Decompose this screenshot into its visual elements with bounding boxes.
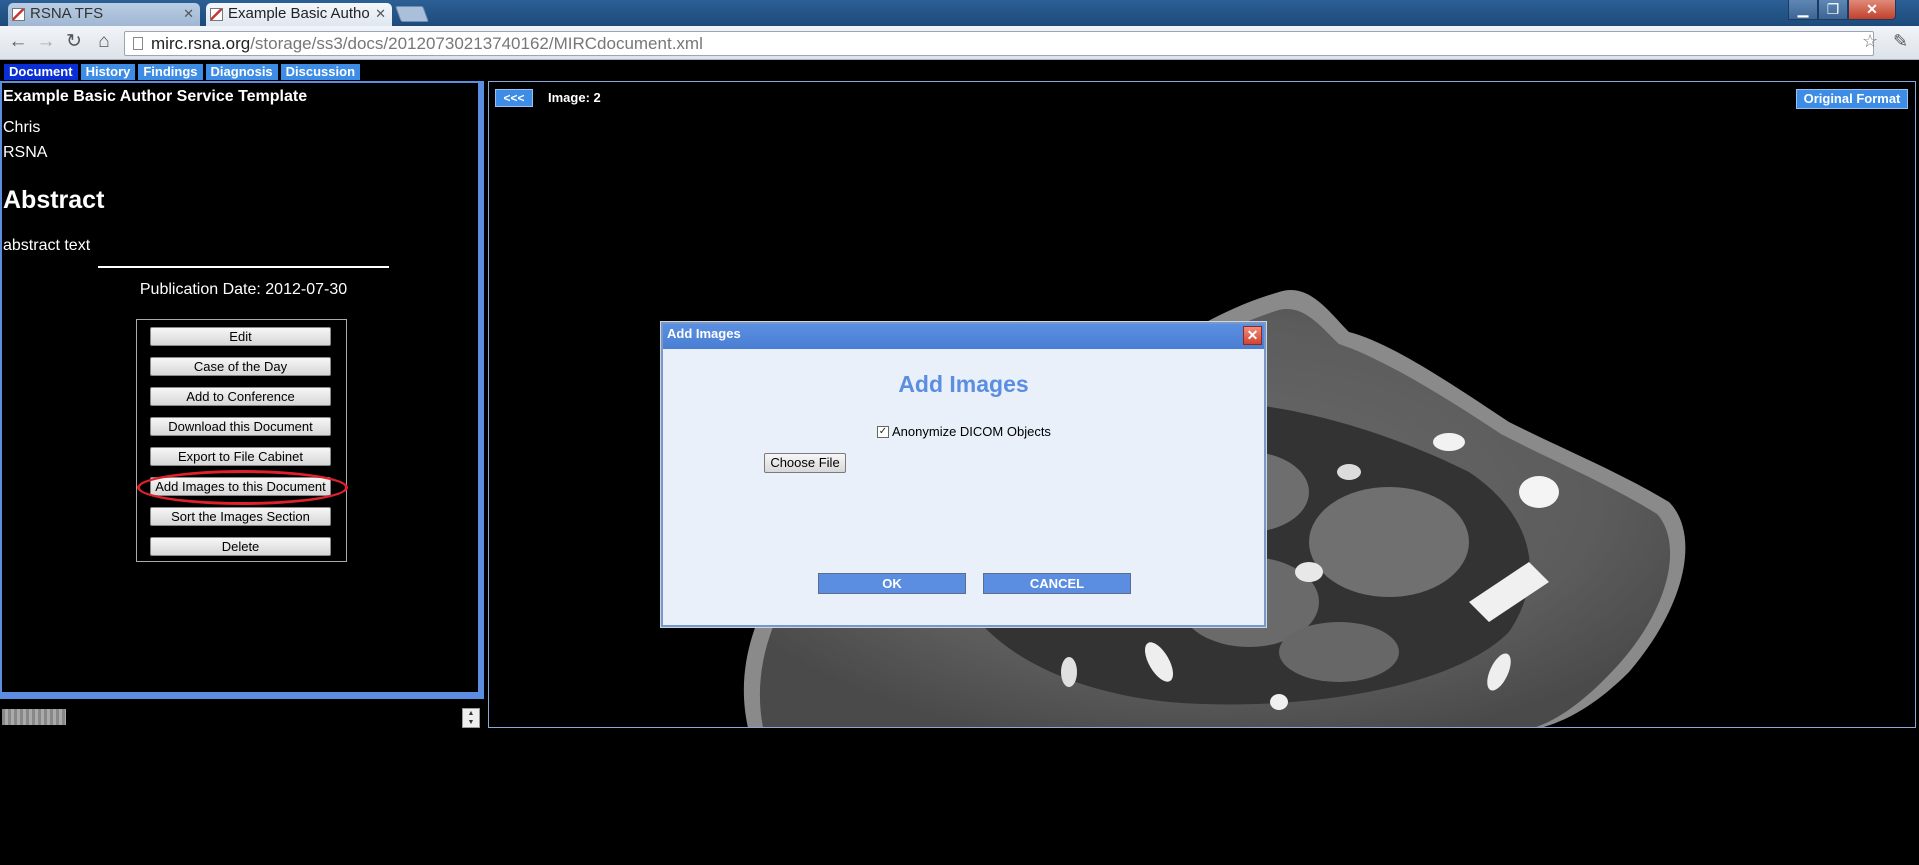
home-icon[interactable]: ⌂	[92, 31, 116, 55]
no-file-chosen-label: No file chosen	[855, 455, 938, 470]
dialog-close-icon[interactable]: ✕	[1243, 326, 1262, 345]
browser-tab-rsna-tfs[interactable]: RSNA TFS ✕	[8, 3, 200, 27]
reload-icon[interactable]: ↻	[62, 31, 86, 55]
new-tab-button[interactable]	[395, 6, 429, 22]
bookmark-star-icon[interactable]: ☆	[1862, 31, 1878, 52]
anonymize-option: ✓ Anonymize DICOM Objects	[877, 424, 1051, 439]
minimize-button[interactable]: ▁	[1788, 0, 1818, 20]
tab-close-icon[interactable]: ✕	[375, 3, 386, 25]
case-of-the-day-button[interactable]: Case of the Day	[150, 357, 331, 376]
wrench-icon[interactable]: ✎	[1893, 31, 1908, 52]
image-label: Image: 2	[548, 90, 601, 105]
horizontal-scrollbar[interactable]	[2, 709, 66, 725]
tab-document[interactable]: Document	[4, 64, 78, 80]
forward-arrow-icon[interactable]: →	[34, 31, 58, 55]
address-host: mirc.rsna.org	[151, 34, 251, 53]
document-panel: Example Basic Author Service Template Ch…	[0, 81, 484, 699]
publication-date: Publication Date: 2012-07-30	[139, 281, 348, 298]
sort-images-button[interactable]: Sort the Images Section	[150, 507, 331, 526]
download-document-button[interactable]: Download this Document	[150, 417, 331, 436]
vertical-scrollbar[interactable]: ▲ ▼	[462, 708, 480, 728]
address-path: /storage/ss3/docs/20120730213740162/MIRC…	[250, 34, 703, 53]
tab-close-icon[interactable]: ✕	[183, 3, 194, 25]
export-to-file-cabinet-button[interactable]: Export to File Cabinet	[150, 447, 331, 466]
previous-image-button[interactable]: <<<	[495, 89, 533, 107]
back-arrow-icon[interactable]: ←	[6, 31, 30, 55]
dialog-titlebar: Add Images	[663, 324, 1264, 349]
dialog-heading: Add Images	[898, 371, 1029, 397]
edit-button[interactable]: Edit	[150, 327, 331, 346]
tab-label: RSNA TFS	[30, 5, 104, 22]
tab-diagnosis[interactable]: Diagnosis	[205, 64, 278, 80]
tab-history[interactable]: History	[80, 64, 136, 80]
browser-tab-example[interactable]: Example Basic Autho ✕	[206, 3, 392, 27]
page-icon	[133, 37, 143, 50]
abstract-heading: Abstract	[3, 186, 105, 214]
tab-discussion[interactable]: Discussion	[280, 64, 361, 80]
original-format-button[interactable]: Original Format	[1796, 89, 1908, 109]
browser-titlebar: RSNA TFS ✕ Example Basic Autho ✕ ▁ ❐ ✕	[0, 0, 1919, 27]
dialog-title: Add Images	[667, 326, 741, 341]
maximize-button[interactable]: ❐	[1818, 0, 1848, 20]
ok-button[interactable]: OK	[818, 573, 966, 594]
window-close-button[interactable]: ✕	[1848, 0, 1896, 20]
author-name: Chris	[3, 119, 41, 136]
anonymize-label: Anonymize DICOM Objects	[892, 424, 1051, 439]
add-images-dialog: Add Images ✕ Add Images ✓ Anonymize DICO…	[661, 322, 1266, 627]
document-title: Example Basic Author Service Template	[3, 88, 308, 105]
tab-findings[interactable]: Findings	[138, 64, 203, 80]
anonymize-checkbox[interactable]: ✓	[877, 425, 889, 438]
browser-toolbar: ← → ↻ ⌂ mirc.rsna.org/storage/ss3/docs/2…	[0, 26, 1919, 60]
highlight-annotation	[137, 470, 348, 505]
tab-favicon-icon	[210, 8, 223, 21]
delete-button[interactable]: Delete	[150, 537, 331, 556]
document-tabs: Document History Findings Diagnosis Disc…	[4, 64, 361, 80]
action-menu: Edit Case of the Day Add to Conference D…	[136, 319, 348, 562]
address-bar[interactable]: mirc.rsna.org/storage/ss3/docs/201207302…	[124, 31, 1874, 56]
author-affiliation: RSNA	[3, 144, 48, 161]
divider	[98, 266, 389, 268]
add-to-conference-button[interactable]: Add to Conference	[150, 387, 331, 406]
choose-file-button[interactable]: Choose File	[764, 453, 846, 473]
tab-label: Example Basic Autho	[228, 5, 370, 22]
abstract-text: abstract text	[3, 237, 91, 254]
tab-favicon-icon	[12, 8, 25, 21]
cancel-button[interactable]: CANCEL	[983, 573, 1131, 594]
